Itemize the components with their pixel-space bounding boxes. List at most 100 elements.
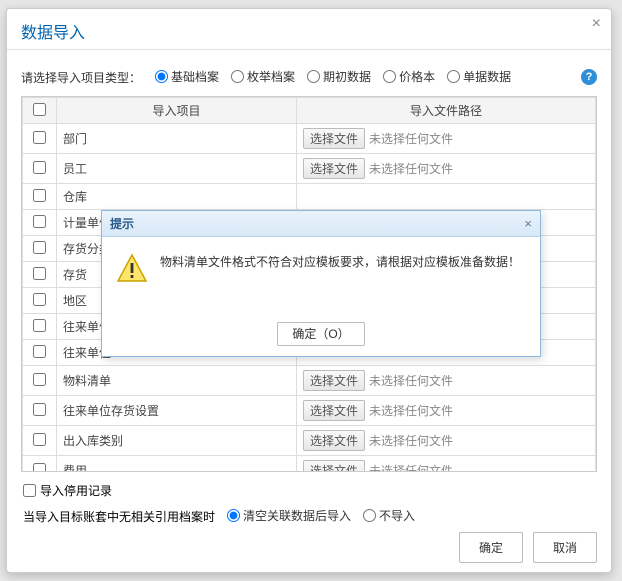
choose-file-button[interactable]: 选择文件 <box>303 158 365 179</box>
row-checkbox-cell <box>23 184 57 210</box>
choose-file-button[interactable]: 选择文件 <box>303 370 365 391</box>
ref-radio-input[interactable] <box>227 509 240 522</box>
dialog-footer: 确定 取消 <box>459 532 597 563</box>
type-radio[interactable]: 基础档案 <box>155 68 219 85</box>
stop-row: 导入停用记录 <box>23 478 595 503</box>
alert-title: 提示 <box>110 215 134 232</box>
ref-radio-label: 清空关联数据后导入 <box>243 507 351 524</box>
ref-radio-label: 不导入 <box>379 507 415 524</box>
row-checkbox-cell <box>23 210 57 236</box>
row-item-label: 费用 <box>57 456 297 473</box>
type-label: 请选择导入项目类型： <box>21 69 141 86</box>
ref-radio[interactable]: 不导入 <box>363 507 415 524</box>
type-radio[interactable]: 单据数据 <box>447 68 511 85</box>
import-stopped-label: 导入停用记录 <box>40 482 112 499</box>
choose-file-button[interactable]: 选择文件 <box>303 460 365 472</box>
close-icon[interactable]: × <box>592 15 601 33</box>
file-status: 未选择任何文件 <box>369 432 453 449</box>
row-checkbox-cell <box>23 262 57 288</box>
type-radio-label: 期初数据 <box>323 68 371 85</box>
ref-radio[interactable]: 清空关联数据后导入 <box>227 507 351 524</box>
alert-ok-button[interactable]: 确定（O） <box>277 322 364 346</box>
row-item-label: 物料清单 <box>57 366 297 396</box>
row-path-cell: 选择文件未选择任何文件 <box>297 154 596 184</box>
table-row: 费用选择文件未选择任何文件 <box>23 456 596 473</box>
grid-header-row: 导入项目 导入文件路径 <box>23 98 596 124</box>
import-stopped-checkbox[interactable] <box>23 484 36 497</box>
row-path-cell: 选择文件未选择任何文件 <box>297 426 596 456</box>
table-row: 出入库类别选择文件未选择任何文件 <box>23 426 596 456</box>
alert-body: 物料清单文件格式不符合对应模板要求，请根据对应模板准备数据！ <box>102 237 540 317</box>
row-checkbox[interactable] <box>33 267 46 280</box>
type-radio-label: 枚举档案 <box>247 68 295 85</box>
table-row: 部门选择文件未选择任何文件 <box>23 124 596 154</box>
ref-row: 当导入目标账套中无相关引用档案时 清空关联数据后导入 不导入 <box>23 503 595 529</box>
row-checkbox-cell <box>23 288 57 314</box>
choose-file-button[interactable]: 选择文件 <box>303 430 365 451</box>
ref-label: 当导入目标账套中无相关引用档案时 <box>23 508 215 525</box>
header-item: 导入项目 <box>57 98 297 124</box>
type-row: 请选择导入项目类型： 基础档案 枚举档案 期初数据 价格本 单据数据 ? <box>21 68 597 86</box>
row-checkbox[interactable] <box>33 215 46 228</box>
row-item-label: 往来单位存货设置 <box>57 396 297 426</box>
row-checkbox[interactable] <box>33 319 46 332</box>
warning-icon <box>116 253 148 285</box>
type-radio-label: 单据数据 <box>463 68 511 85</box>
dialog-body: 请选择导入项目类型： 基础档案 枚举档案 期初数据 价格本 单据数据 ? 导入项目 导入… <box>7 50 611 573</box>
type-radio[interactable]: 价格本 <box>383 68 435 85</box>
row-path-cell <box>297 184 596 210</box>
type-radio-input[interactable] <box>231 70 244 83</box>
row-checkbox-cell <box>23 366 57 396</box>
row-item-label: 部门 <box>57 124 297 154</box>
row-checkbox-cell <box>23 340 57 366</box>
select-all-checkbox[interactable] <box>33 103 46 116</box>
alert-close-icon[interactable]: × <box>524 216 532 231</box>
file-status: 未选择任何文件 <box>369 402 453 419</box>
type-radio-input[interactable] <box>383 70 396 83</box>
table-row: 往来单位存货设置选择文件未选择任何文件 <box>23 396 596 426</box>
row-checkbox[interactable] <box>33 433 46 446</box>
table-row: 物料清单选择文件未选择任何文件 <box>23 366 596 396</box>
type-radio-input[interactable] <box>447 70 460 83</box>
row-item-label: 出入库类别 <box>57 426 297 456</box>
row-checkbox-cell <box>23 426 57 456</box>
cancel-button[interactable]: 取消 <box>533 532 597 563</box>
row-checkbox[interactable] <box>33 241 46 254</box>
choose-file-button[interactable]: 选择文件 <box>303 400 365 421</box>
type-radio[interactable]: 期初数据 <box>307 68 371 85</box>
dialog-title: 数据导入 <box>7 9 611 50</box>
row-checkbox[interactable] <box>33 131 46 144</box>
row-checkbox-cell <box>23 396 57 426</box>
row-checkbox[interactable] <box>33 373 46 386</box>
alert-dialog: 提示 × 物料清单文件格式不符合对应模板要求，请根据对应模板准备数据！ 确定（O… <box>101 210 541 357</box>
row-path-cell: 选择文件未选择任何文件 <box>297 456 596 473</box>
row-checkbox[interactable] <box>33 345 46 358</box>
header-checkbox-cell <box>23 98 57 124</box>
row-item-label: 仓库 <box>57 184 297 210</box>
help-icon[interactable]: ? <box>581 69 597 85</box>
row-checkbox[interactable] <box>33 161 46 174</box>
row-path-cell: 选择文件未选择任何文件 <box>297 396 596 426</box>
file-status: 未选择任何文件 <box>369 372 453 389</box>
file-status: 未选择任何文件 <box>369 130 453 147</box>
type-radio-label: 基础档案 <box>171 68 219 85</box>
row-checkbox[interactable] <box>33 293 46 306</box>
type-radio[interactable]: 枚举档案 <box>231 68 295 85</box>
row-checkbox[interactable] <box>33 189 46 202</box>
type-radio-input[interactable] <box>307 70 320 83</box>
row-checkbox[interactable] <box>33 403 46 416</box>
file-status: 未选择任何文件 <box>369 462 453 472</box>
row-checkbox-cell <box>23 314 57 340</box>
below-options: 导入停用记录 当导入目标账套中无相关引用档案时 清空关联数据后导入 不导入 <box>21 472 597 529</box>
choose-file-button[interactable]: 选择文件 <box>303 128 365 149</box>
type-radio-label: 价格本 <box>399 68 435 85</box>
table-row: 仓库 <box>23 184 596 210</box>
type-radio-input[interactable] <box>155 70 168 83</box>
ok-button[interactable]: 确定 <box>459 532 523 563</box>
ref-radio-input[interactable] <box>363 509 376 522</box>
row-path-cell: 选择文件未选择任何文件 <box>297 366 596 396</box>
file-status: 未选择任何文件 <box>369 160 453 177</box>
row-checkbox-cell <box>23 154 57 184</box>
alert-header: 提示 × <box>102 211 540 237</box>
row-checkbox[interactable] <box>33 463 46 473</box>
